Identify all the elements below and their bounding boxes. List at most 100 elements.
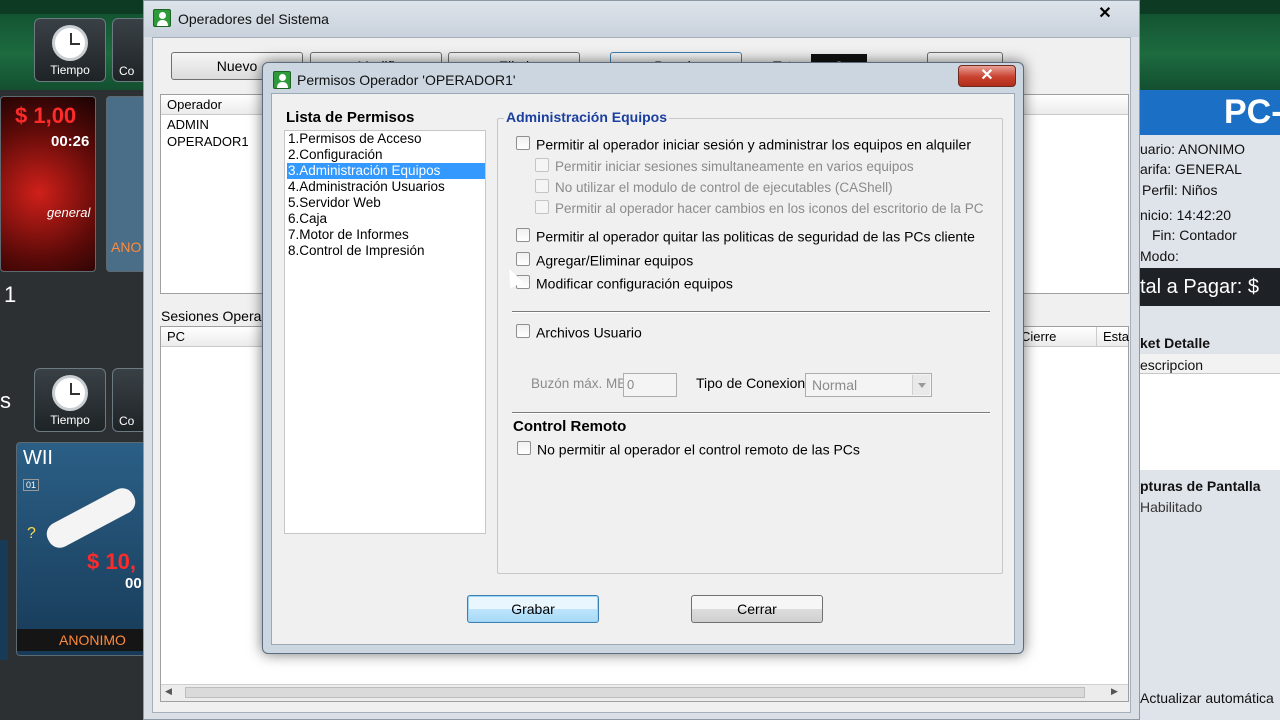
main-titlebar: Operadores del Sistema ✕	[144, 1, 1139, 37]
right-panel-title: PC-	[1140, 90, 1280, 135]
permisos-dialog: Permisos Operador 'OPERADOR1' ✕ Lista de…	[262, 62, 1024, 654]
tiempo-button-2[interactable]: Tiempo	[34, 368, 106, 432]
option-label: No utilizar el modulo de control de ejec…	[555, 179, 893, 195]
checkbox[interactable]	[516, 252, 530, 267]
rp-capturas: pturas de Pantalla	[1140, 478, 1261, 494]
option-label: Permitir al operador hacer cambios en lo…	[555, 200, 984, 216]
clock-icon	[52, 375, 88, 411]
sessions-scrollbar[interactable]: ◀ ▶	[161, 684, 1128, 701]
cerrar-button[interactable]: Cerrar	[691, 595, 823, 623]
checkbox[interactable]	[516, 228, 530, 243]
col-pc[interactable]: PC	[167, 329, 185, 344]
rp-habilitado: Habilitado	[1140, 499, 1203, 515]
chevron-down-icon[interactable]	[912, 375, 930, 395]
col-estado[interactable]: Esta	[1096, 327, 1129, 347]
scroll-right-icon[interactable]: ▶	[1111, 686, 1118, 697]
permission-item-caja[interactable]: 6.Caja	[287, 211, 485, 227]
wii-remote-icon	[42, 483, 140, 553]
buzon-label: Buzón máx. MB	[531, 376, 627, 391]
option-label: Permitir al operador quitar las politica…	[536, 228, 975, 245]
option-label: No permitir al operador el control remot…	[537, 441, 860, 458]
option-iniciar-sesion[interactable]: Permitir al operador iniciar sesión y ad…	[516, 135, 971, 152]
buzon-input[interactable]: 0	[623, 373, 677, 397]
main-close-button[interactable]: ✕	[1076, 3, 1134, 25]
conexion-select[interactable]: Normal	[805, 373, 932, 397]
dialog-title: Permisos Operador 'OPERADOR1'	[297, 72, 516, 88]
pc-card-edge	[0, 540, 8, 660]
question-icon: ?	[27, 525, 36, 542]
option-archivos-usuario[interactable]: Archivos Usuario	[516, 323, 642, 340]
pc-card-1[interactable]: $ 1,00 00:26 general	[0, 96, 96, 272]
operator-row[interactable]: ADMIN	[167, 117, 209, 132]
permission-item-configuracion[interactable]: 2.Configuración	[287, 147, 485, 163]
scroll-left-icon[interactable]: ◀	[165, 686, 172, 697]
permission-item-servidor-web[interactable]: 5.Servidor Web	[287, 195, 485, 211]
rp-modo: Modo:	[1140, 248, 1179, 264]
checkbox-disabled	[535, 200, 549, 215]
conexion-label: Tipo de Conexion	[696, 375, 806, 391]
co-label: Co	[119, 64, 135, 78]
permissions-list-title: Lista de Permisos	[286, 109, 415, 126]
pc-card-wii[interactable]: WII 01 ? $ 10, 00 ANONIMO	[16, 442, 146, 656]
rp-ticket: ket Detalle	[1140, 335, 1211, 351]
option-label: Archivos Usuario	[536, 324, 642, 341]
option-no-control-remoto[interactable]: No permitir al operador el control remot…	[517, 440, 860, 457]
option-quitar-politicas[interactable]: Permitir al operador quitar las politica…	[516, 227, 975, 244]
separator	[512, 412, 990, 414]
conexion-value: Normal	[812, 377, 858, 393]
scroll-thumb[interactable]	[185, 687, 1085, 698]
permission-item-acceso[interactable]: 1.Permisos de Acceso	[287, 131, 485, 147]
pc-name: WII	[23, 447, 53, 469]
dialog-close-button[interactable]: ✕	[958, 65, 1016, 87]
grabar-button[interactable]: Grabar	[467, 595, 599, 623]
operator-row[interactable]: OPERADOR1	[167, 134, 249, 149]
option-no-cashell: No utilizar el modulo de control de ejec…	[535, 179, 893, 195]
rp-descripcion: escripcion	[1140, 357, 1204, 373]
pc-time: 00:26	[51, 133, 90, 150]
option-cambiar-iconos: Permitir al operador hacer cambios en lo…	[535, 200, 983, 216]
side-number-1: 1	[4, 282, 17, 307]
operator-icon	[153, 9, 171, 27]
checkbox[interactable]	[517, 441, 531, 456]
option-agregar-eliminar[interactable]: Agregar/Eliminar equipos	[516, 251, 693, 268]
dialog-body: Lista de Permisos 1.Permisos de Acceso 2…	[271, 93, 1015, 645]
option-label: Modificar configuración equipos	[536, 275, 733, 292]
main-title: Operadores del Sistema	[178, 11, 329, 27]
tiempo-label: Tiempo	[50, 63, 90, 77]
checkbox-disabled	[535, 179, 549, 194]
clock-icon	[52, 25, 88, 61]
pc-badge: 01	[23, 479, 40, 491]
option-modificar-config[interactable]: Modificar configuración equipos	[516, 274, 733, 291]
permissions-list[interactable]: 1.Permisos de Acceso 2.Configuración 3.A…	[284, 130, 486, 534]
rp-total: tal a Pagar: $	[1140, 268, 1280, 306]
permission-item-equipos[interactable]: 3.Administración Equipos	[287, 163, 485, 179]
pc-user-2: ANONIMO	[59, 632, 126, 648]
checkbox[interactable]	[516, 324, 530, 339]
pc-time-2: 00	[125, 575, 142, 592]
control-remoto-title: Control Remoto	[513, 418, 627, 435]
option-label: Permitir al operador iniciar sesión y ad…	[536, 136, 971, 153]
rp-perfil: Perfil: Niños	[1142, 182, 1218, 198]
option-label: Permitir iniciar sesiones simultaneament…	[555, 158, 914, 174]
checkbox[interactable]	[516, 136, 530, 151]
pc-card-thumbnail[interactable]: ANO	[106, 96, 146, 272]
checkbox-disabled	[535, 158, 549, 173]
pc-tariff: general	[47, 205, 91, 220]
option-label: Agregar/Eliminar equipos	[536, 252, 694, 269]
side-letter: s	[0, 388, 11, 413]
rp-usuario: uario: ANONIMO	[1140, 141, 1246, 157]
tiempo-label-2: Tiempo	[50, 413, 90, 427]
pc-user: ANO	[111, 239, 142, 255]
permission-item-usuarios[interactable]: 4.Administración Usuarios	[287, 179, 485, 195]
permission-item-impresion[interactable]: 8.Control de Impresión	[287, 243, 485, 259]
pc-price-2: $ 10,	[87, 549, 136, 574]
tiempo-button[interactable]: Tiempo	[34, 18, 106, 82]
rp-tarifa: arifa: GENERAL	[1140, 161, 1242, 177]
sessions-label: Sesiones Operad	[161, 308, 270, 324]
option-sesiones-simultaneas: Permitir iniciar sesiones simultaneament…	[535, 158, 914, 174]
co-label-2: Co	[119, 414, 135, 428]
rp-fin: Fin: Contador	[1152, 227, 1237, 243]
rp-actualizar[interactable]: Actualizar automática	[1140, 690, 1274, 706]
permission-item-informes[interactable]: 7.Motor de Informes	[287, 227, 485, 243]
col-cierre[interactable]: Cierre	[1021, 327, 1056, 347]
